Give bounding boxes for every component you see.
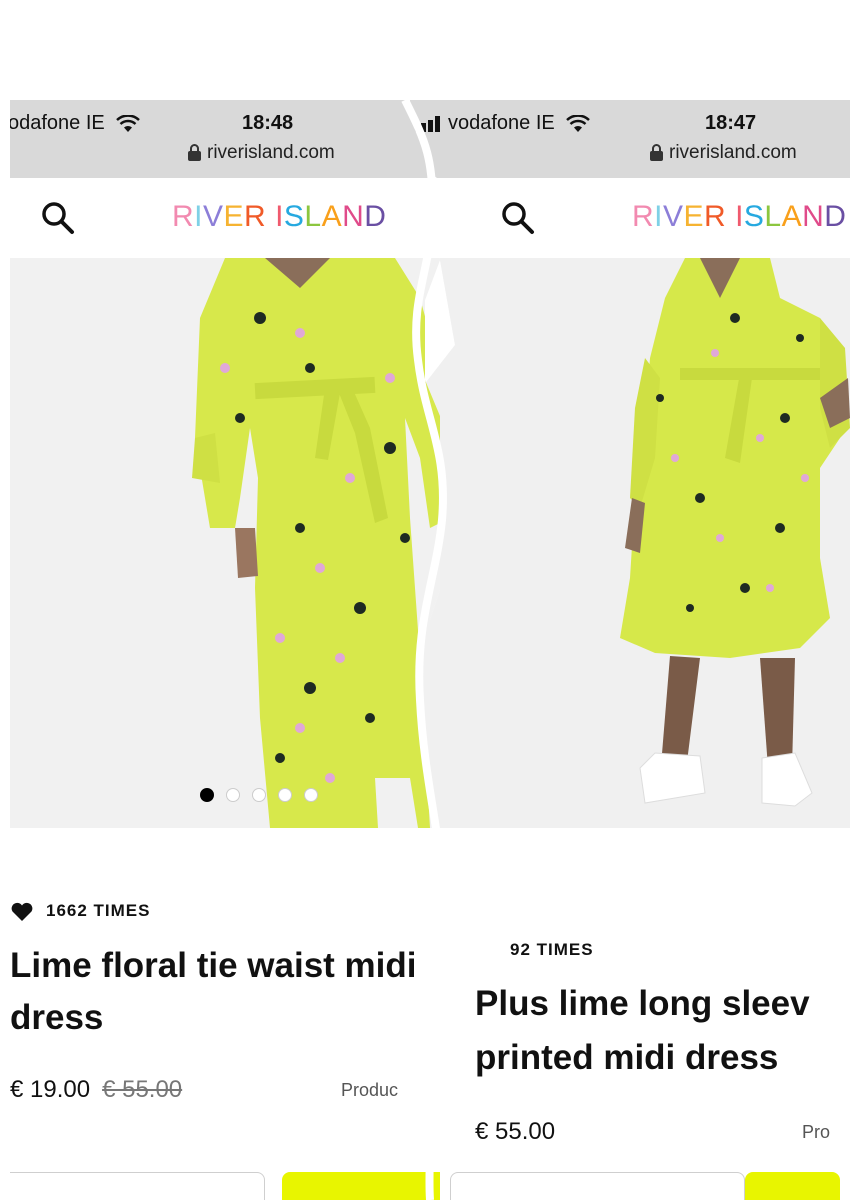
dress-photo: [410, 258, 850, 828]
add-to-bag-button[interactable]: [745, 1172, 840, 1200]
size-select-button[interactable]: [450, 1172, 745, 1200]
carousel-dot[interactable]: [226, 788, 240, 802]
logo-letter: L: [764, 200, 782, 233]
logo-letter: S: [283, 200, 305, 233]
product-price: € 55.00: [475, 1118, 556, 1145]
carrier-status: vodafone IE: [414, 112, 591, 135]
logo-letter: D: [364, 200, 387, 233]
logo-letter: N: [802, 200, 825, 233]
clock: 18:48: [242, 112, 294, 134]
logo-letter: E: [683, 200, 705, 233]
logo-letter: I: [275, 200, 284, 233]
add-to-bag-button[interactable]: [282, 1172, 440, 1200]
river-island-logo[interactable]: RIVER ISLAND: [172, 200, 386, 234]
logo-letter: R: [244, 200, 267, 233]
product-title-line2: printed midi dress: [475, 1038, 779, 1077]
logo-letter: I: [735, 200, 744, 233]
search-icon[interactable]: [40, 200, 76, 236]
product-title-line1: Plus lime long sleev: [475, 984, 810, 1023]
logo-letter: L: [304, 200, 322, 233]
site-header: RIVER ISLAND: [410, 178, 850, 258]
original-price: € 55.00: [102, 1076, 183, 1103]
logo-letter: D: [824, 200, 847, 233]
size-select-button[interactable]: [10, 1172, 265, 1200]
logo-letter: R: [172, 200, 195, 233]
product-price: € 19.00 € 55.00: [10, 1076, 182, 1104]
favourite-count: 92 TIMES: [510, 940, 594, 959]
carousel-dot[interactable]: [200, 788, 214, 802]
product-code-label: Pro: [802, 1122, 831, 1142]
logo-letter: I: [654, 200, 664, 233]
logo-letter: V: [663, 200, 684, 233]
carousel-dot[interactable]: [304, 788, 318, 802]
product-title-line1: Lime floral tie waist midi: [10, 946, 417, 985]
wifi-icon: [566, 114, 591, 132]
lock-icon: [650, 144, 663, 162]
product-code-label: Produc: [341, 1080, 399, 1100]
carousel-dots: [200, 788, 318, 802]
logo-letter: R: [632, 200, 655, 233]
carrier-name: odafone IE: [10, 112, 105, 134]
logo-letter: N: [342, 200, 365, 233]
product-panel-right: vodafone IE 18:47 riverisland.com RIVER …: [410, 100, 850, 1200]
favourite-count-text: 1662 TIMES: [46, 901, 151, 920]
product-panel-left: odafone IE 18:48 riverisland.com RIVER I…: [10, 100, 440, 1200]
signal-icon: [414, 115, 440, 132]
clock: 18:47: [705, 112, 757, 134]
river-island-logo[interactable]: RIVER ISLAND: [632, 200, 846, 234]
logo-letter: A: [781, 200, 803, 233]
logo-letter: [726, 200, 735, 234]
logo-letter: I: [194, 200, 204, 233]
heart-icon[interactable]: [10, 902, 34, 922]
current-price: € 19.00: [10, 1076, 91, 1103]
status-bar: vodafone IE 18:47 riverisland.com: [410, 100, 850, 178]
url-text: riverisland.com: [669, 142, 797, 163]
product-image[interactable]: [410, 258, 850, 828]
logo-letter: E: [223, 200, 245, 233]
product-title-line2: dress: [10, 998, 104, 1037]
carrier-status: odafone IE: [10, 112, 141, 135]
logo-letter: A: [321, 200, 343, 233]
wifi-icon: [116, 114, 141, 132]
lock-icon: [188, 144, 201, 162]
logo-letter: V: [203, 200, 224, 233]
site-header: RIVER ISLAND: [10, 178, 440, 258]
address-bar[interactable]: riverisland.com: [188, 142, 335, 164]
search-icon[interactable]: [500, 200, 536, 236]
url-text: riverisland.com: [207, 142, 335, 163]
product-image[interactable]: [10, 258, 440, 828]
logo-letter: S: [743, 200, 765, 233]
logo-letter: R: [704, 200, 727, 233]
status-bar: odafone IE 18:48 riverisland.com: [10, 100, 440, 178]
address-bar[interactable]: riverisland.com: [650, 142, 797, 164]
carousel-dot[interactable]: [252, 788, 266, 802]
logo-letter: [266, 200, 275, 234]
carousel-dot[interactable]: [278, 788, 292, 802]
carrier-name: vodafone IE: [448, 112, 555, 134]
dress-photo: [10, 258, 440, 828]
favourite-count: 1662 TIMES: [10, 901, 151, 922]
